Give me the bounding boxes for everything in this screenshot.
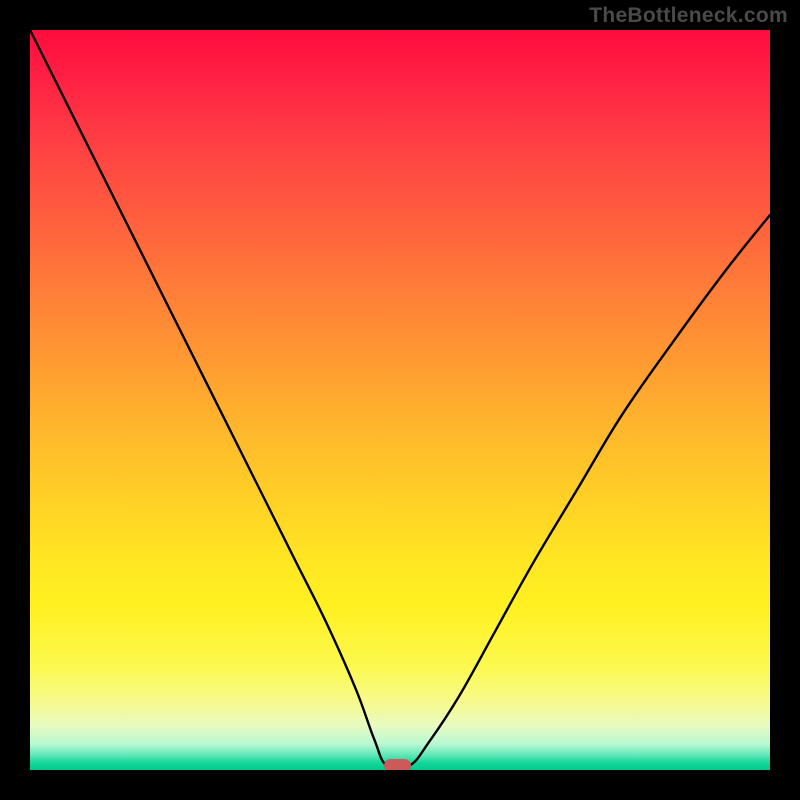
optimal-marker bbox=[384, 759, 411, 770]
curve-layer bbox=[30, 30, 770, 770]
plot-area bbox=[30, 30, 770, 770]
bottleneck-curve bbox=[30, 30, 770, 769]
chart-frame: TheBottleneck.com bbox=[0, 0, 800, 800]
watermark-text: TheBottleneck.com bbox=[589, 4, 788, 28]
